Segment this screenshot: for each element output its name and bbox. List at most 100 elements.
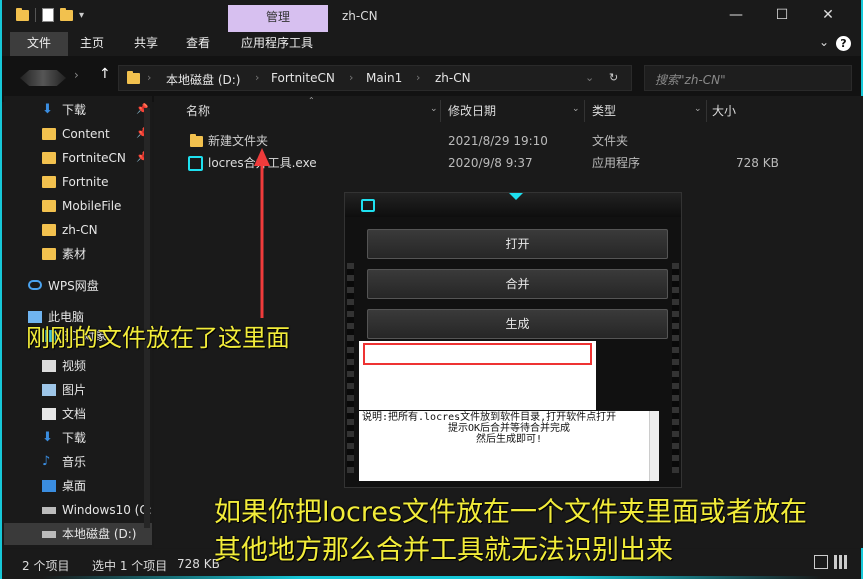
sidebar-item-label: 桌面 (62, 479, 87, 493)
maximize-button[interactable]: ☐ (759, 0, 805, 30)
breadcrumb-drive[interactable]: 本地磁盘 (D:) (166, 71, 240, 88)
breadcrumb-fortnitecn[interactable]: FortniteCN (271, 71, 335, 85)
download-icon: ⬇ (42, 430, 53, 445)
drive-icon (42, 531, 56, 538)
sort-ascending-icon: ⌃ (308, 96, 315, 105)
column-divider[interactable] (584, 100, 585, 122)
annotation-top: 刚刚的文件放在了这里面 (26, 324, 290, 352)
chevron-right-icon[interactable]: › (147, 71, 151, 84)
file-modified: 2020/9/8 9:37 (448, 156, 533, 170)
tab-view[interactable]: 查看 (178, 32, 218, 56)
cloud-icon (28, 280, 42, 290)
close-button[interactable]: ✕ (805, 0, 851, 30)
chevron-down-icon[interactable]: ⌄ (694, 104, 702, 114)
merge-button[interactable]: 合并 (367, 269, 668, 299)
chevron-right-icon[interactable]: › (416, 71, 420, 84)
sidebar-item[interactable]: MobileFile (4, 195, 152, 217)
frame-decoration (347, 263, 354, 473)
sidebar-item[interactable]: ⬇ 下载 (4, 427, 152, 449)
sidebar-item-label: Content (62, 127, 110, 141)
column-divider[interactable] (706, 100, 707, 122)
address-bar[interactable]: › 本地磁盘 (D:) › FortniteCN › Main1 › zh-CN… (118, 65, 632, 91)
annotation-bottom-line1: 如果你把locres文件放在一个文件夹里面或者放在 (214, 497, 808, 528)
details-view-icon[interactable] (814, 555, 828, 569)
quick-access-toolbar: ▾ (16, 7, 84, 22)
sidebar-item[interactable]: 桌面 (4, 475, 152, 497)
column-header-name[interactable]: 名称 (186, 100, 210, 124)
minimize-button[interactable]: — (713, 0, 759, 30)
scrollbar[interactable] (649, 411, 659, 481)
sidebar-item[interactable]: 素材 (4, 243, 152, 265)
chevron-down-icon[interactable]: ⌄ (572, 104, 580, 114)
sidebar-item-label: 图片 (62, 383, 87, 397)
sidebar-item[interactable]: WPS网盘 (0, 275, 138, 297)
top-notch (509, 193, 523, 200)
sidebar-item[interactable]: 视频 (4, 355, 152, 377)
breadcrumb-main1[interactable]: Main1 (366, 71, 402, 85)
tab-file[interactable]: 文件 (10, 32, 68, 56)
column-header-size[interactable]: 大小 (712, 100, 736, 124)
column-header-modified[interactable]: 修改日期 (448, 100, 496, 124)
log-output-box (359, 341, 596, 410)
tab-manage[interactable]: 管理 (228, 5, 328, 32)
file-row[interactable]: 新建文件夹 2021/8/29 19:10 文件夹 (184, 130, 784, 152)
column-header-type[interactable]: 类型 (592, 100, 616, 124)
refresh-icon[interactable]: ↻ (609, 71, 618, 84)
sidebar-item[interactable]: ♪ 音乐 (4, 451, 152, 473)
sidebar-item-label: 文档 (62, 407, 87, 421)
folder-icon[interactable] (16, 7, 29, 21)
chevron-right-icon[interactable]: › (255, 71, 259, 84)
customize-dropdown-icon[interactable]: ▾ (79, 10, 84, 21)
sidebar-item-label: 下载 (62, 103, 87, 117)
sidebar-item[interactable]: 本地磁盘 (D:) (4, 523, 152, 545)
ribbon-tabs: 文件 主页 共享 查看 应用程序工具 ⌄ ? (2, 32, 861, 56)
breadcrumb-zh-cn[interactable]: zh-CN (435, 71, 471, 85)
open-button[interactable]: 打开 (367, 229, 668, 259)
download-icon: ⬇ (42, 102, 53, 117)
documents-icon (42, 408, 56, 420)
sidebar-item[interactable]: ⬇ 下载 📌 (4, 99, 152, 121)
generate-button[interactable]: 生成 (367, 309, 668, 339)
file-modified: 2021/8/29 19:10 (448, 134, 548, 148)
new-folder-icon[interactable] (60, 7, 73, 21)
instructions-textarea[interactable]: 说明:把所有.locres文件放到软件目录,打开软件点打开 提示OK后合并等待合… (359, 411, 659, 481)
frame-decoration (672, 263, 679, 473)
tab-app-tools[interactable]: 应用程序工具 (234, 32, 320, 56)
video-icon (42, 360, 56, 372)
sidebar-item[interactable]: zh-CN (4, 219, 152, 241)
exe-icon (188, 156, 203, 171)
ribbon-expand-icon[interactable]: ⌄ (819, 35, 829, 49)
tab-share[interactable]: 共享 (126, 32, 166, 56)
folder-icon (190, 134, 203, 147)
folder-icon (42, 224, 56, 236)
file-row[interactable]: locres合并工具.exe 2020/9/8 9:37 应用程序 728 KB (184, 152, 784, 174)
folder-icon (42, 128, 56, 140)
column-divider[interactable] (440, 100, 441, 122)
file-type: 应用程序 (592, 156, 641, 170)
sidebar-item[interactable]: FortniteCN 📌 (4, 147, 152, 169)
instruction-line: 提示OK后合并等待合并完成 (447, 423, 571, 434)
sidebar-item[interactable]: 图片 (4, 379, 152, 401)
search-input[interactable]: 搜索"zh-CN" (644, 65, 852, 91)
instruction-line: 然后生成即可! (475, 434, 543, 445)
chevron-right-icon[interactable]: › (349, 71, 353, 84)
sidebar-item-label: 素材 (62, 247, 87, 261)
sidebar-item-label: FortniteCN (62, 151, 126, 165)
chevron-down-icon[interactable]: ⌄ (430, 104, 438, 114)
sidebar-item[interactable]: Windows10 (C: (4, 499, 152, 521)
sidebar-item-label: MobileFile (62, 199, 122, 213)
sidebar-item[interactable]: Content 📌 (4, 123, 152, 145)
large-icons-view-icon[interactable] (834, 555, 848, 569)
folder-icon (42, 200, 56, 212)
forward-icon[interactable]: › (74, 68, 79, 82)
address-dropdown-icon[interactable]: ⌄ (585, 71, 594, 84)
tab-home[interactable]: 主页 (72, 32, 112, 56)
sidebar-item[interactable]: Fortnite (4, 171, 152, 193)
sidebar-item[interactable]: 文档 (4, 403, 152, 425)
properties-icon[interactable] (42, 8, 54, 22)
help-button[interactable]: ? (836, 36, 851, 51)
sidebar-item-label: WPS网盘 (48, 279, 99, 293)
sidebar-item-label: 视频 (62, 359, 87, 373)
sidebar-item-label: 本地磁盘 (D:) (62, 527, 137, 541)
up-arrow-icon[interactable]: ↑ (99, 66, 111, 82)
